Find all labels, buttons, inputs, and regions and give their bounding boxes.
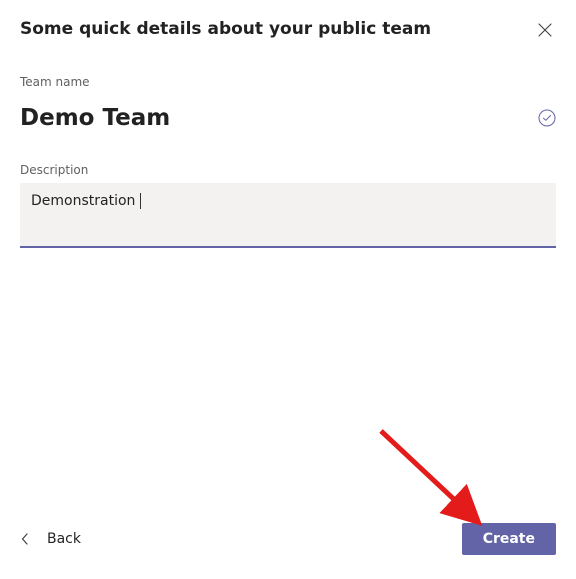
description-label: Description <box>20 163 556 177</box>
modal-footer: Back Create <box>20 523 556 559</box>
chevron-left-icon <box>20 532 30 546</box>
back-button[interactable]: Back <box>20 531 81 547</box>
team-name-value[interactable]: Demo Team <box>20 105 170 131</box>
description-input[interactable]: Demonstration <box>20 183 556 248</box>
create-team-modal: Some quick details about your public tea… <box>0 0 576 579</box>
create-button[interactable]: Create <box>462 523 556 555</box>
team-name-label: Team name <box>20 75 556 89</box>
close-icon <box>538 23 552 37</box>
back-label: Back <box>47 531 81 547</box>
description-value: Demonstration <box>31 193 135 209</box>
modal-header: Some quick details about your public tea… <box>20 19 556 41</box>
team-name-row: Demo Team <box>20 105 556 131</box>
modal-title: Some quick details about your public tea… <box>20 19 431 39</box>
close-button[interactable] <box>534 19 556 41</box>
checkmark-icon <box>538 109 556 127</box>
